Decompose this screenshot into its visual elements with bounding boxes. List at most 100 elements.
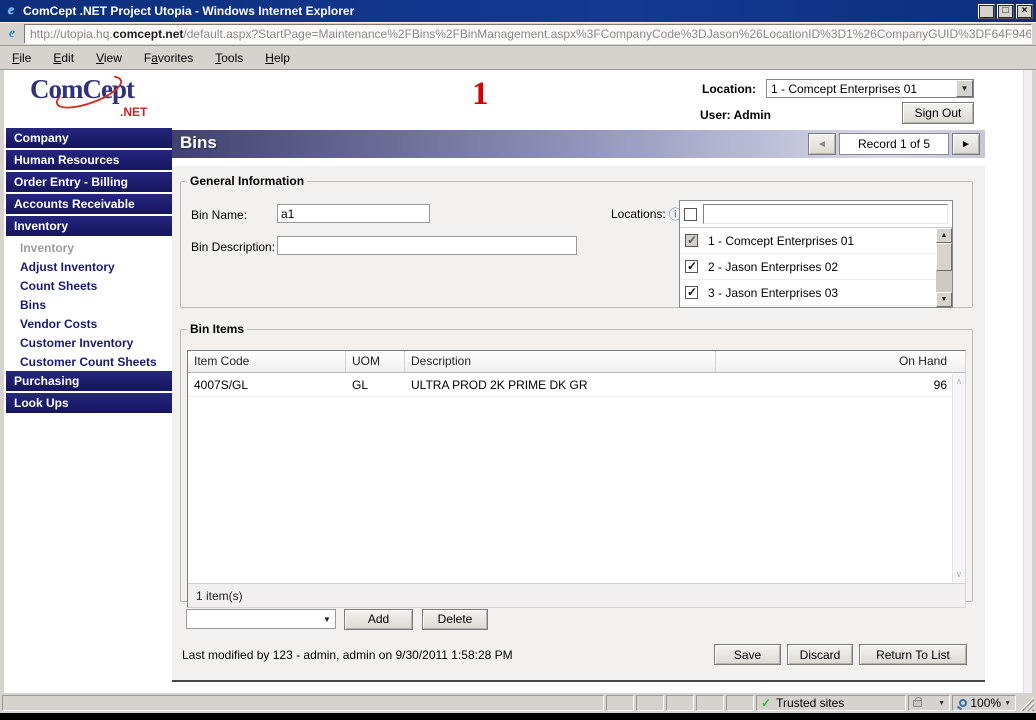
chevron-down-icon[interactable]: ▼ xyxy=(938,700,945,707)
locations-filter-input[interactable] xyxy=(703,204,948,224)
record-counter: Record 1 of 5 xyxy=(839,133,949,155)
location-checkbox-checked[interactable] xyxy=(685,286,698,299)
sidebar-item-purchasing[interactable]: Purchasing xyxy=(6,371,172,391)
sidebar-item-order-entry-billing[interactable]: Order Entry - Billing xyxy=(6,172,172,192)
protected-mode-panel[interactable]: ▼ xyxy=(908,695,950,711)
page-marker: 1 xyxy=(472,76,489,113)
scrollbar-thumb[interactable] xyxy=(936,243,952,271)
location-row[interactable]: 2 - Jason Enterprises 02 xyxy=(680,254,936,280)
return-to-list-button[interactable]: Return To List xyxy=(859,644,967,665)
arrow-right-icon: ► xyxy=(961,139,971,150)
url-path: /default.aspx?StartPage=Maintenance%2FBi… xyxy=(183,27,1032,41)
bin-name-label: Bin Name: xyxy=(191,208,247,222)
security-zone-panel[interactable]: ✓ Trusted sites xyxy=(756,695,906,711)
menu-help[interactable]: Help xyxy=(265,51,290,65)
sidebar-subitem-customer-inventory[interactable]: Customer Inventory xyxy=(6,333,172,352)
logo-net-text: .NET xyxy=(120,105,147,119)
sidebar-item-company[interactable]: Company xyxy=(6,128,172,148)
grid-header-row: Item Code UOM Description On Hand xyxy=(188,351,965,373)
column-header-uom[interactable]: UOM xyxy=(346,351,405,372)
sidebar-item-inventory[interactable]: Inventory xyxy=(6,216,172,236)
chevron-down-icon[interactable]: ▼ xyxy=(956,80,973,97)
arrow-left-icon: ◄ xyxy=(817,139,827,150)
scroll-down-icon[interactable]: ∨ xyxy=(953,569,965,580)
add-button[interactable]: Add xyxy=(344,609,413,630)
zoom-level: 100% xyxy=(970,696,1001,710)
sidebar-item-human-resources[interactable]: Human Resources xyxy=(6,150,172,170)
item-select[interactable]: ▼ xyxy=(186,609,336,629)
sidebar-subitem-count-sheets[interactable]: Count Sheets xyxy=(6,276,172,295)
page-content: ComCept .NET 1 Location: 1 - Comcept Ent… xyxy=(4,70,1032,693)
sidebar-subitem-bins[interactable]: Bins xyxy=(6,295,172,314)
address-input[interactable]: http://utopia.hq.comcept.net/default.asp… xyxy=(24,24,1032,44)
location-label: Location: xyxy=(702,82,756,96)
bin-items-fieldset: Bin Items Item Code UOM Description On H… xyxy=(180,322,973,602)
record-navigator: ◄ Record 1 of 5 ► xyxy=(808,133,980,155)
sidebar-subitem-customer-count-sheets[interactable]: Customer Count Sheets xyxy=(6,352,172,371)
delete-button[interactable]: Delete xyxy=(422,609,488,630)
column-header-description[interactable]: Description xyxy=(405,351,715,372)
resize-grip[interactable] xyxy=(1018,695,1034,711)
magnifier-icon xyxy=(959,699,967,707)
form-body: General Information Bin Name: Bin Descri… xyxy=(172,166,985,682)
location-row[interactable]: 3 - Jason Enterprises 03 xyxy=(680,280,936,306)
location-select[interactable]: 1 - Comcept Enterprises 01 ▼ xyxy=(766,79,974,98)
bin-items-grid: Item Code UOM Description On Hand 4007S/… xyxy=(187,350,966,608)
menu-file[interactable]: File xyxy=(12,51,31,65)
user-label: User: Admin xyxy=(700,108,771,122)
zoom-panel[interactable]: 100% ▼ xyxy=(952,695,1016,711)
address-bar: e http://utopia.hq.comcept.net/default.a… xyxy=(0,22,1036,46)
close-button[interactable]: × xyxy=(1016,4,1033,19)
page-title-banner: Bins ◄ Record 1 of 5 ► xyxy=(172,130,985,158)
bin-name-input[interactable] xyxy=(277,204,430,223)
menu-tools[interactable]: Tools xyxy=(215,51,243,65)
locations-listbox: 1 - Comcept Enterprises 01 2 - Jason Ent… xyxy=(679,200,953,308)
previous-record-button[interactable]: ◄ xyxy=(808,133,836,155)
maximize-button[interactable]: □ xyxy=(997,4,1014,19)
column-header-on-hand[interactable]: On Hand xyxy=(715,351,965,372)
scroll-down-icon[interactable]: ▼ xyxy=(936,292,952,307)
page-title: Bins xyxy=(180,133,217,153)
sidebar-subitem-vendor-costs[interactable]: Vendor Costs xyxy=(6,314,172,333)
comcept-logo: ComCept .NET xyxy=(30,74,150,124)
title-bar: e ComCept .NET Project Utopia - Windows … xyxy=(0,0,1036,22)
scroll-up-icon[interactable]: ∧ xyxy=(953,376,965,387)
url-prefix: http://utopia.hq. xyxy=(30,27,113,41)
sidebar-subitem-adjust-inventory[interactable]: Adjust Inventory xyxy=(6,257,172,276)
cell-description: ULTRA PROD 2K PRIME DK GR xyxy=(405,378,715,392)
select-all-checkbox[interactable] xyxy=(684,208,697,221)
grid-scrollbar[interactable]: ∧ ∨ xyxy=(952,374,965,582)
location-row[interactable]: 1 - Comcept Enterprises 01 xyxy=(680,228,936,254)
save-button[interactable]: Save xyxy=(714,644,781,665)
table-row[interactable]: 4007S/GL GL ULTRA PROD 2K PRIME DK GR 96 xyxy=(188,373,965,397)
page-favicon-icon: e xyxy=(4,26,20,42)
bin-description-input[interactable] xyxy=(277,236,577,255)
url-domain: comcept.net xyxy=(113,27,184,41)
chevron-down-icon[interactable]: ▼ xyxy=(1004,700,1011,707)
scroll-up-icon[interactable]: ▲ xyxy=(936,228,952,243)
page-vertical-scrollbar[interactable] xyxy=(1023,70,1032,693)
location-checkbox-checked[interactable] xyxy=(685,260,698,273)
sign-out-button[interactable]: Sign Out xyxy=(902,102,974,124)
locations-header-row xyxy=(680,201,952,228)
sidebar-item-accounts-receivable[interactable]: Accounts Receivable xyxy=(6,194,172,214)
discard-button[interactable]: Discard xyxy=(787,644,853,665)
cell-uom: GL xyxy=(346,378,405,392)
general-information-legend: General Information xyxy=(187,174,307,188)
sidebar-item-look-ups[interactable]: Look Ups xyxy=(6,393,172,413)
column-header-item-code[interactable]: Item Code xyxy=(188,351,346,372)
menu-view[interactable]: View xyxy=(96,51,122,65)
lock-icon xyxy=(913,700,922,707)
menu-edit[interactable]: Edit xyxy=(53,51,74,65)
menu-favorites[interactable]: Favorites xyxy=(144,51,193,65)
bin-description-label: Bin Description: xyxy=(191,240,275,254)
location-row-label: 2 - Jason Enterprises 02 xyxy=(708,260,838,274)
menu-bar: File Edit View Favorites Tools Help xyxy=(0,46,1036,70)
minimize-button[interactable]: _ xyxy=(978,4,995,19)
next-record-button[interactable]: ► xyxy=(952,133,980,155)
status-panel xyxy=(636,695,664,711)
bottom-strip xyxy=(0,713,1036,720)
sidebar-subitem-inventory: Inventory xyxy=(6,238,172,257)
chevron-down-icon[interactable]: ▼ xyxy=(319,615,335,624)
locations-scrollbar[interactable]: ▲ ▼ xyxy=(936,228,952,307)
